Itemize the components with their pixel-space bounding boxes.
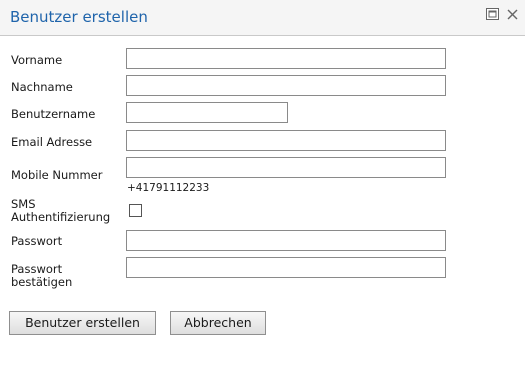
firstname-input[interactable] [126, 48, 446, 69]
password-label: Passwort [11, 234, 63, 248]
mobile-format-hint: +41791112233 [127, 182, 210, 194]
sms-auth-checkbox[interactable] [129, 204, 142, 217]
firstname-label: Vorname [11, 53, 63, 67]
close-icon[interactable] [505, 7, 519, 21]
email-label: Email Adresse [11, 135, 93, 149]
maximize-icon[interactable] [485, 7, 499, 21]
lastname-label: Nachname [11, 80, 73, 94]
mobile-label: Mobile Nummer [11, 168, 103, 182]
password-input[interactable] [126, 230, 446, 251]
username-label: Benutzername [11, 107, 96, 121]
password-confirm-input[interactable] [126, 257, 446, 278]
lastname-input[interactable] [126, 75, 446, 96]
password-confirm-label-line2: bestätigen [11, 275, 73, 289]
create-user-button[interactable]: Benutzer erstellen [9, 311, 156, 335]
cancel-button[interactable]: Abbrechen [170, 311, 266, 335]
dialog-titlebar: Benutzer erstellen [0, 0, 525, 36]
sms-auth-label-line2: Authentifizierung [11, 210, 111, 224]
mobile-input[interactable] [126, 157, 446, 178]
username-input[interactable] [126, 102, 288, 123]
dialog-title: Benutzer erstellen [10, 8, 148, 26]
password-confirm-label: Passwort bestätigen [11, 263, 72, 289]
email-input[interactable] [126, 130, 446, 151]
create-user-dialog: Benutzer erstellen Vorname Nachname Benu… [0, 0, 525, 366]
sms-auth-label: SMS Authentifizierung [11, 198, 110, 224]
